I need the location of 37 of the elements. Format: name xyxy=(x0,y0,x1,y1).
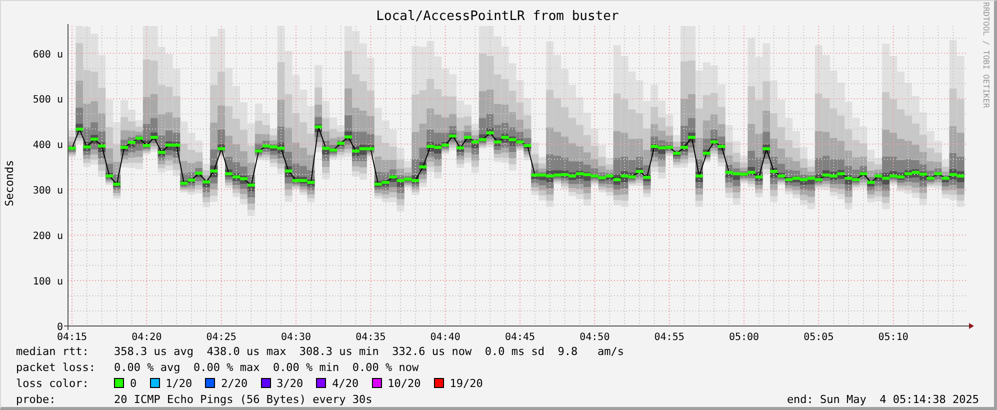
legend-label: probe: xyxy=(16,394,57,404)
legend-text: 20 ICMP Echo Pings (56 Bytes) every 30s xyxy=(114,394,372,404)
x-tick-label: 04:20 xyxy=(132,332,162,342)
x-tick-label: 05:05 xyxy=(804,332,834,342)
y-tick-label: 0 xyxy=(56,322,63,333)
y-tick-label: 500 u xyxy=(32,94,63,106)
legend-label: packet loss: xyxy=(16,362,96,372)
loss-color-label: 1/20 xyxy=(166,378,192,388)
y-tick-label: 100 u xyxy=(32,276,63,288)
x-tick-label: 05:00 xyxy=(728,332,760,342)
y-tick-label: 300 u xyxy=(32,186,63,197)
legend-text: 0.00 % avg 0.00 % max 0.00 % min 0.00 % now xyxy=(114,362,419,372)
x-tick-label: 04:35 xyxy=(356,332,386,342)
y-tick-label: 600 u xyxy=(32,49,63,60)
legend-label: loss color: xyxy=(16,378,90,388)
x-tick-label: 05:10 xyxy=(878,332,908,342)
x-tick-label: 04:45 xyxy=(504,332,536,342)
x-tick-label: 04:50 xyxy=(580,332,610,342)
y-tick-label: 200 u xyxy=(32,231,63,242)
x-tick-label: 04:30 xyxy=(280,332,312,342)
graph-title: Local/AccessPointLR from buster xyxy=(376,10,619,24)
x-tick-label: 04:15 xyxy=(56,332,88,342)
legend-text: 358.3 us avg 438.0 us max 308.3 us min 332.6 us now 0.0 ms sd 9.8 am/s xyxy=(114,346,624,356)
x-tick-label: 04:55 xyxy=(654,332,684,342)
end-time: end: Sun May 4 05:14:38 2025 xyxy=(786,394,979,404)
x-tick-label: 04:40 xyxy=(430,332,460,342)
legend-label: median rtt: xyxy=(16,346,90,356)
loss-color-label: 2/20 xyxy=(221,378,248,388)
x-tick-label: 04:25 xyxy=(206,332,236,342)
loss-color-label: 3/20 xyxy=(276,378,304,388)
loss-color-label: 0 xyxy=(130,378,137,388)
y-tick-label: 400 u xyxy=(32,140,63,152)
loss-color-label: 19/20 xyxy=(450,378,483,388)
credit-text: RRDTOOL / TOBI OETIKER xyxy=(980,2,992,108)
y-axis-label: Seconds xyxy=(2,160,17,206)
loss-color-label: 4/20 xyxy=(332,378,359,388)
loss-color-label: 10/20 xyxy=(388,378,421,388)
